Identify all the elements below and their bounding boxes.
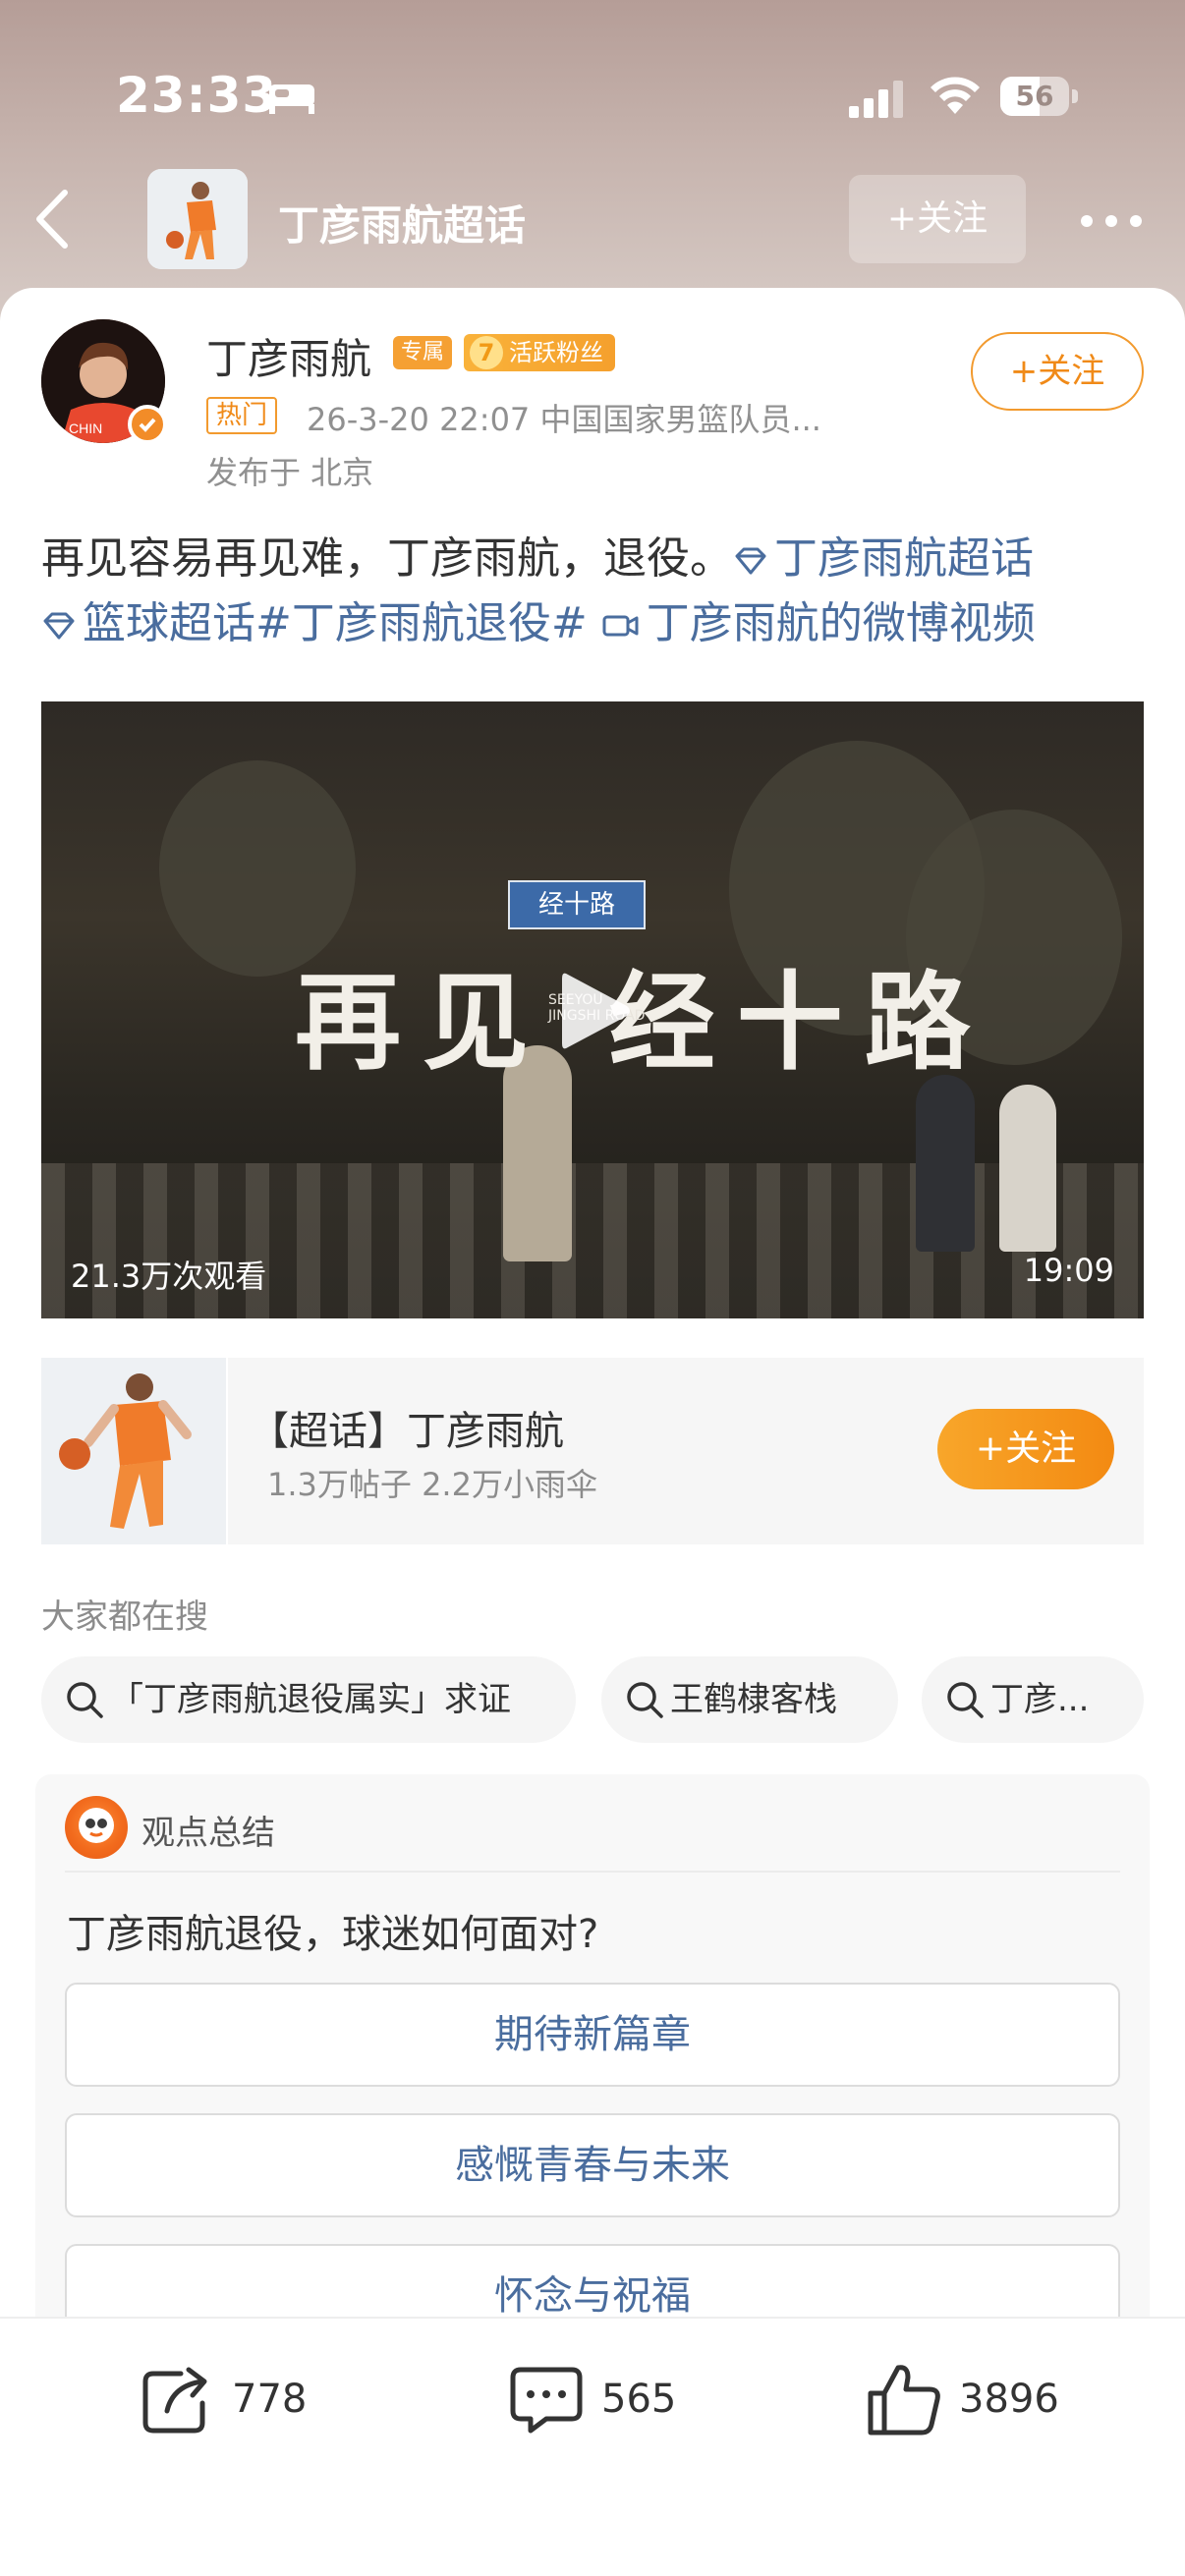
trending-searches-title: 大家都在搜: [41, 1597, 208, 1637]
verified-badge-icon: [128, 405, 167, 444]
status-bar: 23:33 56: [0, 0, 1185, 187]
post-location: 发布于 北京: [206, 454, 374, 491]
like-thumb-icon: [868, 2365, 940, 2436]
video-street-sign: 经十路: [508, 880, 646, 929]
summary-title: 观点总结: [141, 1814, 275, 1853]
like-count: 3896: [959, 2377, 1059, 2422]
more-options-icon[interactable]: [1077, 206, 1146, 236]
comment-count: 565: [601, 2377, 677, 2422]
search-icon: [67, 1682, 103, 1718]
search-icon: [947, 1682, 984, 1718]
video-person: [916, 1075, 975, 1252]
bottom-action-bar: 778 565 3896: [0, 2317, 1185, 2576]
svg-text:CHIN: CHIN: [69, 420, 102, 436]
basketball-supertopic-link[interactable]: 篮球超话: [41, 598, 255, 648]
video-view-count: 21.3万次观看: [71, 1258, 267, 1295]
supertopic-card[interactable]: 【超话】丁彦雨航 1.3万帖子 2.2万小雨伞 +关注: [41, 1358, 1144, 1544]
battery-indicator: 56: [1000, 77, 1078, 116]
supertopic-stats: 1.3万帖子 2.2万小雨伞: [267, 1466, 597, 1503]
video-link[interactable]: 丁彦雨航的微博视频: [601, 598, 1036, 648]
video-camera-icon: [602, 615, 639, 637]
video-player[interactable]: 经十路 再见 经十路 SEEYOU JINGSHI ROAD 21.3万次观看 …: [41, 701, 1144, 1318]
supertopic-diamond-icon: [43, 612, 75, 640]
ai-assistant-logo-icon: [65, 1796, 128, 1859]
search-chip[interactable]: 丁彦...: [922, 1656, 1144, 1743]
exclusive-tag: 专属: [393, 336, 453, 369]
search-chip[interactable]: 「丁彦雨航退役属实」求证: [41, 1656, 576, 1743]
supertopic-name: 【超话】丁彦雨航: [250, 1409, 564, 1454]
supertopic-follow-button[interactable]: +关注: [937, 1409, 1114, 1489]
share-button[interactable]: 778: [138, 2360, 334, 2438]
header-follow-button[interactable]: +关注: [849, 175, 1026, 263]
supertopic-diamond-icon: [735, 547, 766, 575]
supertopic-avatar[interactable]: [147, 169, 248, 269]
summary-option[interactable]: 期待新篇章: [65, 1983, 1120, 2087]
follow-author-button[interactable]: +关注: [971, 332, 1144, 411]
supertopic-thumbnail: [41, 1358, 228, 1544]
battery-level: 56: [1015, 80, 1054, 112]
supertopic-link[interactable]: 丁彦雨航超话: [733, 533, 1034, 584]
divider: [65, 1871, 1120, 1873]
sleep-focus-icon: [269, 84, 314, 114]
status-time: 23:33: [116, 67, 278, 124]
author-name[interactable]: 丁彦雨航: [206, 326, 371, 386]
summary-option[interactable]: 感慨青春与未来: [65, 2113, 1120, 2217]
search-icon: [627, 1682, 663, 1718]
cellular-signal-icon: [849, 81, 903, 118]
active-fan-tag: 7 活跃粉丝: [464, 334, 615, 371]
play-icon[interactable]: [556, 967, 635, 1055]
post-text: 再见容易再见难，丁彦雨航，退役。 丁彦雨航超话 篮球超话#丁彦雨航退役# 丁彦雨航…: [41, 527, 1152, 656]
fan-tag-label: 活跃粉丝: [509, 339, 603, 366]
like-button[interactable]: 3896: [865, 2360, 1091, 2438]
summary-question: 丁彦雨航退役，球迷如何面对?: [67, 1912, 599, 1957]
video-person: [999, 1085, 1056, 1252]
hot-tag: 热门: [206, 397, 278, 434]
wifi-icon: [931, 77, 980, 114]
share-icon: [142, 2367, 207, 2434]
summary-option[interactable]: 怀念与祝福: [65, 2244, 1120, 2324]
post-meta: 26-3-20 22:07 中国国家男篮队员...: [307, 401, 821, 438]
fan-level-badge: 7: [470, 336, 503, 369]
back-chevron-icon[interactable]: [29, 185, 79, 253]
video-duration: 19:09: [1023, 1252, 1114, 1289]
search-chip[interactable]: 王鹤棣客栈: [601, 1656, 898, 1743]
opinion-summary: 观点总结 丁彦雨航退役，球迷如何面对? 期待新篇章 感慨青春与未来 怀念与祝福: [35, 1774, 1150, 2324]
post-main-text: 再见容易再见难，丁彦雨航，退役。: [41, 533, 733, 584]
hashtag-link[interactable]: #丁彦雨航退役#: [255, 598, 588, 648]
share-count: 778: [232, 2377, 308, 2422]
comment-button[interactable]: 565: [507, 2360, 704, 2438]
comment-icon: [510, 2367, 583, 2434]
page-title: 丁彦雨航超话: [278, 201, 527, 250]
